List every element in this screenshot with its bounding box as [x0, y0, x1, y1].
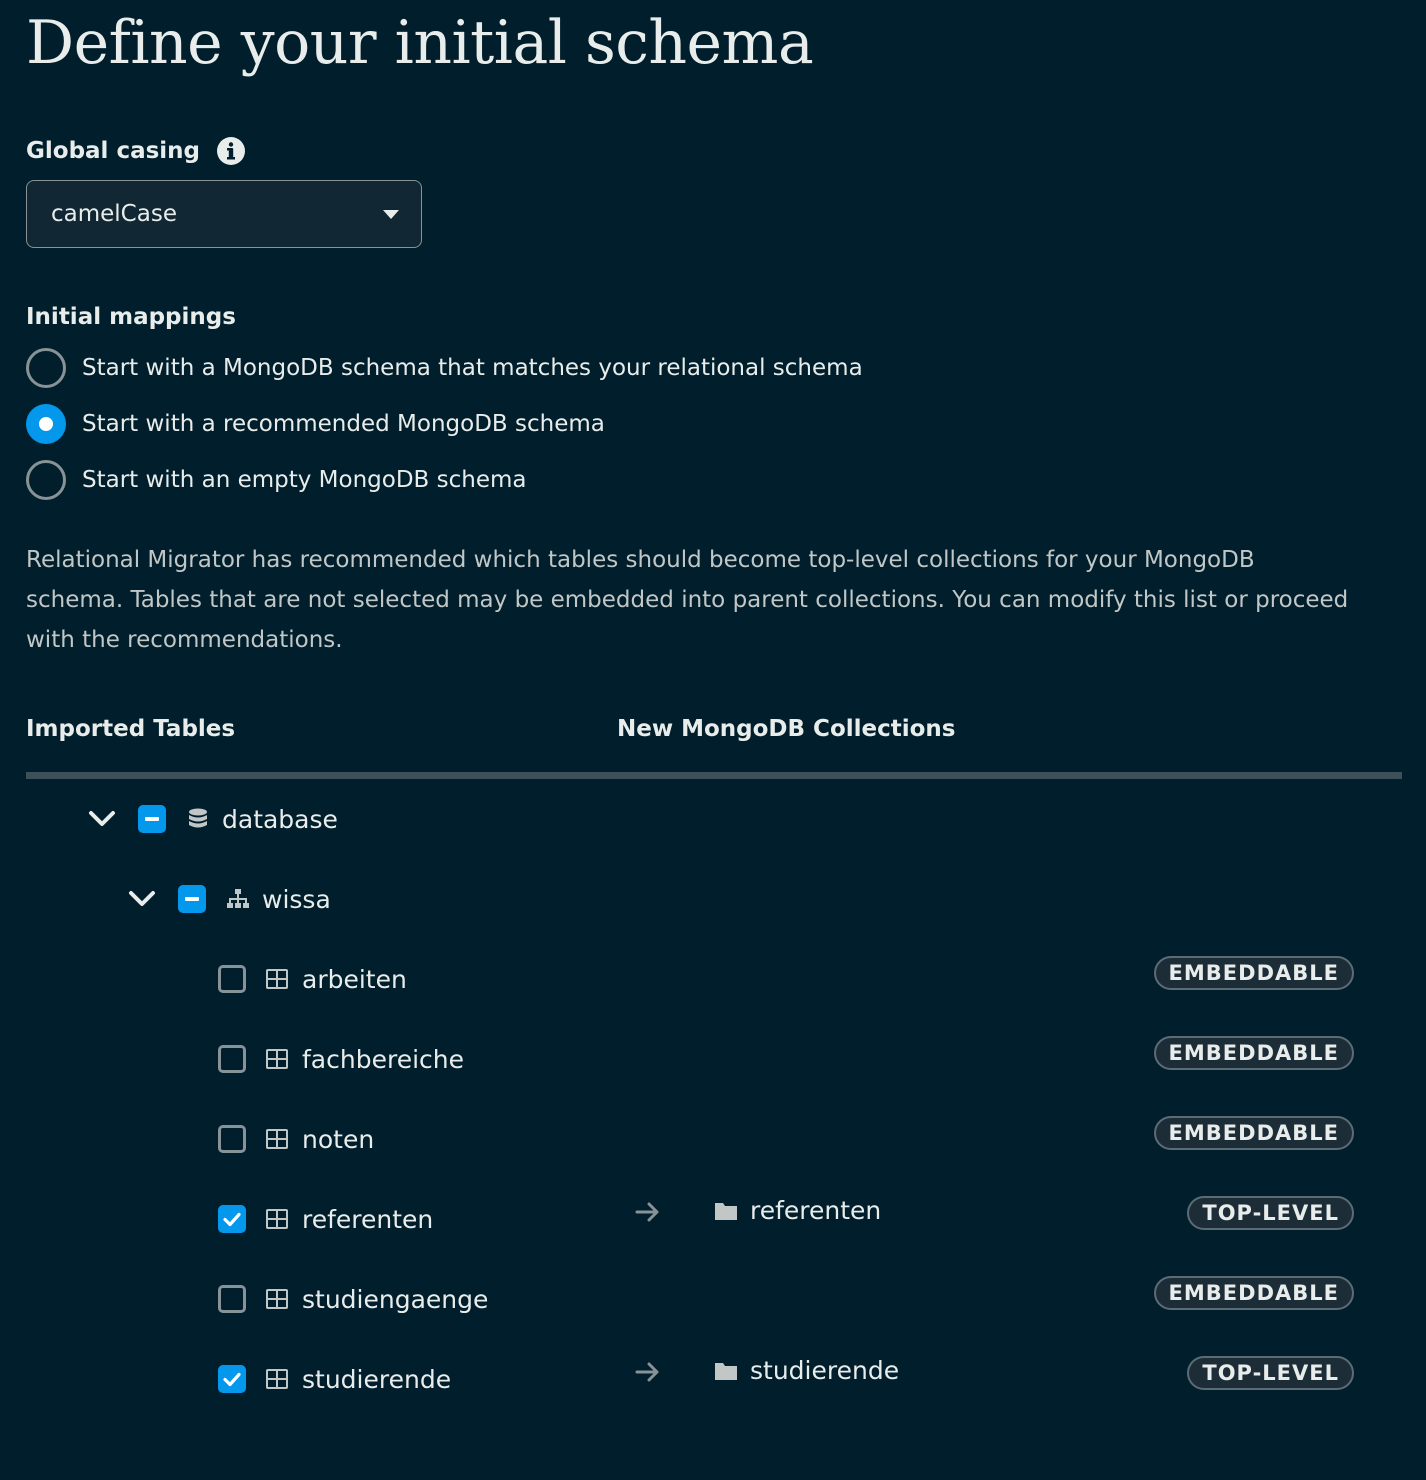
folder-icon	[715, 1362, 737, 1380]
table-name: arbeiten	[302, 964, 407, 994]
top-level-badge: TOP-LEVEL	[1187, 1356, 1354, 1390]
global-casing-label: Global casing	[26, 138, 201, 164]
schema-checkbox[interactable]	[178, 885, 206, 913]
table-name: fachbereiche	[302, 1044, 464, 1074]
radio-label: Start with a recommended MongoDB schema	[82, 411, 605, 437]
radio-option-empty-schema[interactable]: Start with an empty MongoDB schema	[26, 460, 527, 500]
global-casing-value: camelCase	[51, 201, 177, 227]
schema-name: wissa	[262, 884, 331, 914]
table-row: studiengaenge	[218, 1284, 488, 1314]
table-checkbox[interactable]	[218, 1125, 246, 1153]
schema-hierarchy-icon	[227, 889, 249, 908]
table-icon	[266, 1209, 288, 1229]
caret-down-icon	[383, 209, 399, 219]
table-row: referenten	[218, 1204, 433, 1234]
radio-button[interactable]	[26, 348, 66, 388]
table-row: fachbereiche	[218, 1044, 464, 1074]
table-name: studiengaenge	[302, 1284, 489, 1314]
table-row: arbeiten	[218, 964, 407, 994]
embeddable-badge: EMBEDDABLE	[1153, 1276, 1354, 1310]
page-title: Define your initial schema	[26, 8, 814, 78]
embeddable-badge: EMBEDDABLE	[1153, 956, 1354, 990]
imported-tables-header: Imported Tables	[26, 716, 236, 742]
table-name: studierende	[302, 1364, 452, 1394]
table-name: referenten	[302, 1204, 434, 1234]
arrow-right-icon	[635, 1362, 659, 1382]
global-casing-select[interactable]: camelCase	[26, 180, 422, 248]
arrow-right-icon	[635, 1202, 659, 1222]
table-checkbox[interactable]	[218, 1285, 246, 1313]
database-icon	[189, 808, 207, 828]
new-collections-header: New MongoDB Collections	[617, 716, 956, 742]
radio-label: Start with an empty MongoDB schema	[82, 467, 527, 493]
radio-option-matching-schema[interactable]: Start with a MongoDB schema that matches…	[26, 348, 863, 388]
table-icon	[266, 1289, 288, 1309]
header-divider	[26, 772, 1402, 779]
table-icon	[266, 1049, 288, 1069]
table-checkbox[interactable]	[218, 1205, 246, 1233]
info-icon[interactable]	[216, 136, 246, 166]
radio-button[interactable]	[26, 460, 66, 500]
table-icon	[266, 1369, 288, 1389]
tree-row-schema: wissa	[128, 884, 331, 914]
table-icon	[266, 969, 288, 989]
chevron-down-icon[interactable]	[88, 805, 116, 833]
collection-item: referenten	[714, 1196, 881, 1225]
collection-item: studierende	[714, 1356, 899, 1385]
collection-name: studierende	[750, 1356, 900, 1385]
table-checkbox[interactable]	[218, 1365, 246, 1393]
recommendation-description: Relational Migrator has recommended whic…	[26, 547, 1349, 653]
global-casing-header: Global casing	[26, 136, 246, 166]
tree-row-database: database	[88, 804, 338, 834]
table-checkbox[interactable]	[218, 965, 246, 993]
embeddable-badge: EMBEDDABLE	[1153, 1116, 1354, 1150]
table-checkbox[interactable]	[218, 1045, 246, 1073]
chevron-down-icon[interactable]	[128, 885, 156, 913]
radio-option-recommended-schema[interactable]: Start with a recommended MongoDB schema	[26, 404, 605, 444]
table-row: studierende	[218, 1364, 451, 1394]
database-checkbox[interactable]	[138, 805, 166, 833]
table-icon	[266, 1129, 288, 1149]
collection-name: referenten	[750, 1196, 882, 1225]
table-name: noten	[302, 1124, 375, 1154]
folder-icon	[715, 1202, 737, 1220]
database-name: database	[222, 804, 338, 834]
top-level-badge: TOP-LEVEL	[1187, 1196, 1354, 1230]
radio-label: Start with a MongoDB schema that matches…	[82, 355, 863, 381]
embeddable-badge: EMBEDDABLE	[1153, 1036, 1354, 1070]
table-row: noten	[218, 1124, 374, 1154]
radio-button-selected[interactable]	[26, 404, 66, 444]
initial-mappings-label: Initial mappings	[26, 304, 236, 330]
